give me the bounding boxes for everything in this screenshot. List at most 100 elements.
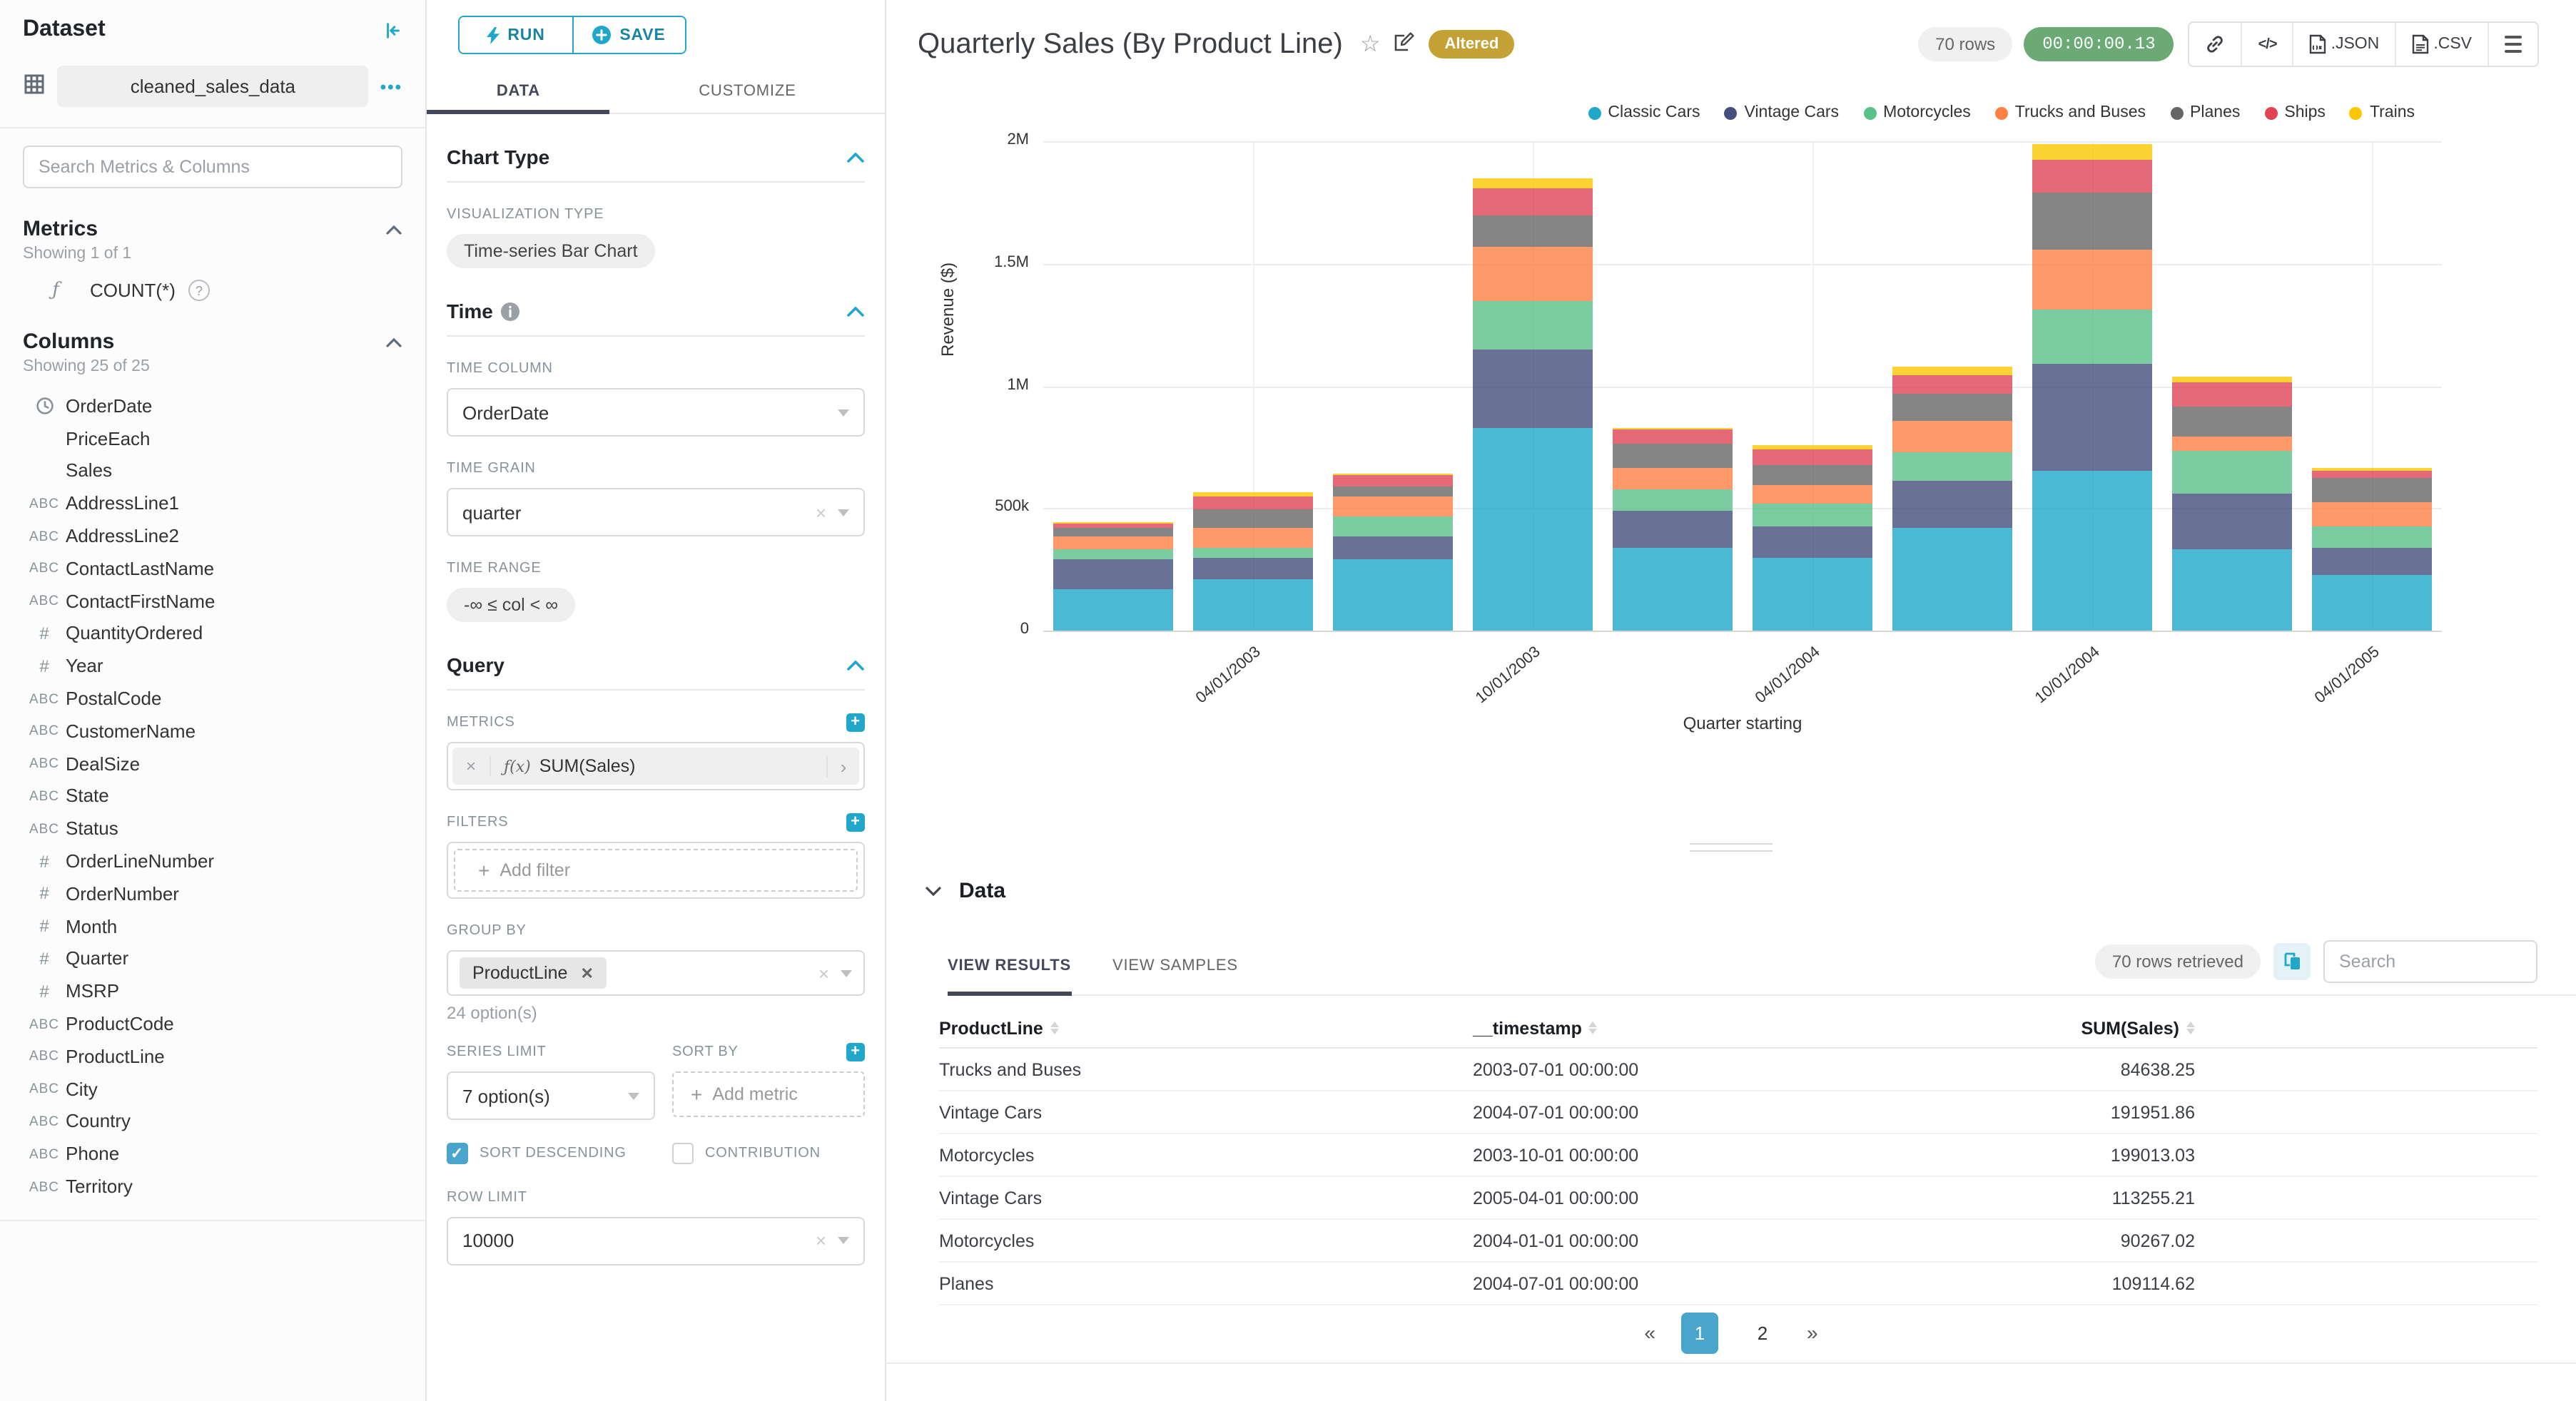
sort-icon[interactable] xyxy=(1050,1022,1059,1034)
remove-tag-icon[interactable]: ✕ xyxy=(580,964,593,982)
altered-badge[interactable]: Altered xyxy=(1429,30,1515,58)
column-item[interactable]: # QuantityOrdered xyxy=(23,617,402,650)
column-item[interactable]: Sales xyxy=(23,454,402,487)
column-item[interactable]: ABC Territory xyxy=(23,1170,402,1203)
column-item[interactable]: # OrderNumber xyxy=(23,877,402,910)
column-item[interactable]: ABC ContactLastName xyxy=(23,552,402,585)
group-by-select[interactable]: ProductLine ✕ × xyxy=(447,950,865,996)
search-metrics-input[interactable] xyxy=(23,146,402,188)
sort-icon[interactable] xyxy=(2186,1022,2195,1034)
column-item[interactable]: ABC AddressLine2 xyxy=(23,519,402,552)
table-row[interactable]: Motorcycles 2003-10-01 00:00:00 199013.03 xyxy=(939,1134,2537,1177)
table-row[interactable]: Motorcycles 2004-01-01 00:00:00 90267.02 xyxy=(939,1220,2537,1263)
chevron-up-icon[interactable] xyxy=(385,218,402,240)
column-item[interactable]: ABC ProductCode xyxy=(23,1007,402,1040)
column-item[interactable]: ABC AddressLine1 xyxy=(23,487,402,520)
viz-type-value[interactable]: Time-series Bar Chart xyxy=(447,234,655,268)
tab-view-samples[interactable]: VIEW SAMPLES xyxy=(1112,949,1238,994)
stacked-bar[interactable] xyxy=(2032,143,2152,631)
favorite-star-icon[interactable]: ☆ xyxy=(1360,30,1381,58)
legend-item[interactable]: Ships xyxy=(2264,104,2326,121)
column-item[interactable]: ABC PostalCode xyxy=(23,682,402,715)
chevron-up-icon[interactable] xyxy=(385,331,402,352)
sort-icon[interactable] xyxy=(1588,1022,1598,1034)
add-metric-button[interactable]: + xyxy=(846,713,865,732)
edit-title-icon[interactable] xyxy=(1394,31,1415,57)
column-item[interactable]: ABC ProductLine xyxy=(23,1040,402,1073)
legend-item[interactable]: Classic Cars xyxy=(1588,104,1700,121)
add-sort-metric-dropzone[interactable]: + Add metric xyxy=(672,1071,865,1117)
pagination-page[interactable]: 2 xyxy=(1744,1312,1781,1353)
column-item[interactable]: # OrderLineNumber xyxy=(23,845,402,877)
column-item[interactable]: OrderDate xyxy=(23,389,402,422)
chevron-up-icon[interactable] xyxy=(846,146,865,168)
table-row[interactable]: Vintage Cars 2004-07-01 00:00:00 191951.86 xyxy=(939,1091,2537,1134)
stacked-bar[interactable] xyxy=(1053,521,1173,631)
stacked-bar[interactable] xyxy=(1892,367,2012,631)
legend-item[interactable]: Planes xyxy=(2170,104,2240,121)
time-column-select[interactable]: OrderDate xyxy=(447,388,865,437)
copy-data-button[interactable] xyxy=(2273,943,2311,980)
contribution-checkbox[interactable]: CONTRIBUTION xyxy=(672,1143,865,1165)
tab-customize[interactable]: CUSTOMIZE xyxy=(610,71,885,113)
stacked-bar[interactable] xyxy=(1193,492,1313,631)
menu-icon[interactable] xyxy=(2489,23,2537,66)
add-sort-metric-button[interactable]: + xyxy=(846,1043,865,1061)
legend-item[interactable]: Motorcycles xyxy=(1863,104,1971,121)
metric-item[interactable]: ƒ COUNT(*)? xyxy=(23,280,402,301)
tab-data[interactable]: DATA xyxy=(427,71,611,114)
column-item[interactable]: ABC Country xyxy=(23,1105,402,1138)
stacked-bar[interactable] xyxy=(1753,445,1872,631)
add-filter-button[interactable]: + xyxy=(846,813,865,832)
save-button[interactable]: SAVE xyxy=(573,17,685,53)
embed-code-button[interactable]: </> xyxy=(2243,23,2294,66)
dataset-options-icon[interactable]: ••• xyxy=(380,76,402,96)
time-range-value[interactable]: -∞ ≤ col < ∞ xyxy=(447,588,576,622)
stacked-bar[interactable] xyxy=(2172,376,2292,631)
chevron-up-icon[interactable] xyxy=(846,300,865,322)
chevron-up-icon[interactable] xyxy=(846,654,865,676)
column-item[interactable]: ABC CustomerName xyxy=(23,715,402,748)
pagination-prev[interactable]: « xyxy=(1644,1321,1655,1344)
table-column-header[interactable]: ProductLine xyxy=(939,1017,1473,1038)
column-item[interactable]: ABC Phone xyxy=(23,1138,402,1171)
time-grain-select[interactable]: quarter × xyxy=(447,488,865,536)
export-csv-button[interactable]: .CSV xyxy=(2396,23,2489,66)
stacked-bar[interactable] xyxy=(1613,427,1733,631)
table-column-header[interactable]: __timestamp xyxy=(1473,1017,2007,1038)
table-row[interactable]: Trucks and Buses 2003-07-01 00:00:00 84638… xyxy=(939,1049,2537,1091)
stacked-bar[interactable] xyxy=(1473,178,1593,631)
collapse-panel-icon[interactable] xyxy=(384,21,402,39)
export-json-button[interactable]: .JSON xyxy=(2294,23,2397,66)
column-item[interactable]: ABC State xyxy=(23,780,402,812)
pagination-page[interactable]: 1 xyxy=(1681,1312,1718,1353)
column-item[interactable]: ABC Status xyxy=(23,812,402,845)
remove-metric-icon[interactable]: × xyxy=(452,756,491,776)
sort-descending-checkbox[interactable]: SORT DESCENDING xyxy=(447,1143,655,1165)
column-item[interactable]: # Month xyxy=(23,910,402,943)
table-row[interactable]: Vintage Cars 2005-04-01 00:00:00 113255.21 xyxy=(939,1177,2537,1220)
add-filter-dropzone[interactable]: + Add filter xyxy=(454,849,858,892)
legend-item[interactable]: Trains xyxy=(2349,104,2415,121)
stacked-bar[interactable] xyxy=(1333,473,1453,631)
tab-view-results[interactable]: VIEW RESULTS xyxy=(948,949,1071,996)
share-link-button[interactable] xyxy=(2190,23,2243,66)
row-limit-select[interactable]: 10000 × xyxy=(447,1216,865,1265)
dataset-name[interactable]: cleaned_sales_data xyxy=(57,66,369,107)
column-item[interactable]: ABC City xyxy=(23,1072,402,1105)
column-item[interactable]: ABC DealSize xyxy=(23,748,402,780)
column-item[interactable]: ABC ContactFirstName xyxy=(23,585,402,618)
legend-item[interactable]: Vintage Cars xyxy=(1724,104,1839,121)
series-limit-select[interactable]: 7 option(s) xyxy=(447,1071,655,1120)
column-item[interactable]: # MSRP xyxy=(23,975,402,1008)
metric-pill[interactable]: × ƒ(x) SUM(Sales) › xyxy=(452,748,859,785)
pagination-next[interactable]: » xyxy=(1807,1321,1818,1344)
column-item[interactable]: # Year xyxy=(23,650,402,683)
chevron-down-icon[interactable] xyxy=(925,880,942,902)
table-row[interactable]: Planes 2004-07-01 00:00:00 109114.62 xyxy=(939,1263,2537,1305)
panel-resize-handle[interactable] xyxy=(1690,843,1773,857)
expand-metric-icon[interactable]: › xyxy=(826,755,859,777)
stacked-bar[interactable] xyxy=(2312,467,2432,631)
column-item[interactable]: PriceEach xyxy=(23,422,402,455)
legend-item[interactable]: Trucks and Buses xyxy=(1994,104,2146,121)
